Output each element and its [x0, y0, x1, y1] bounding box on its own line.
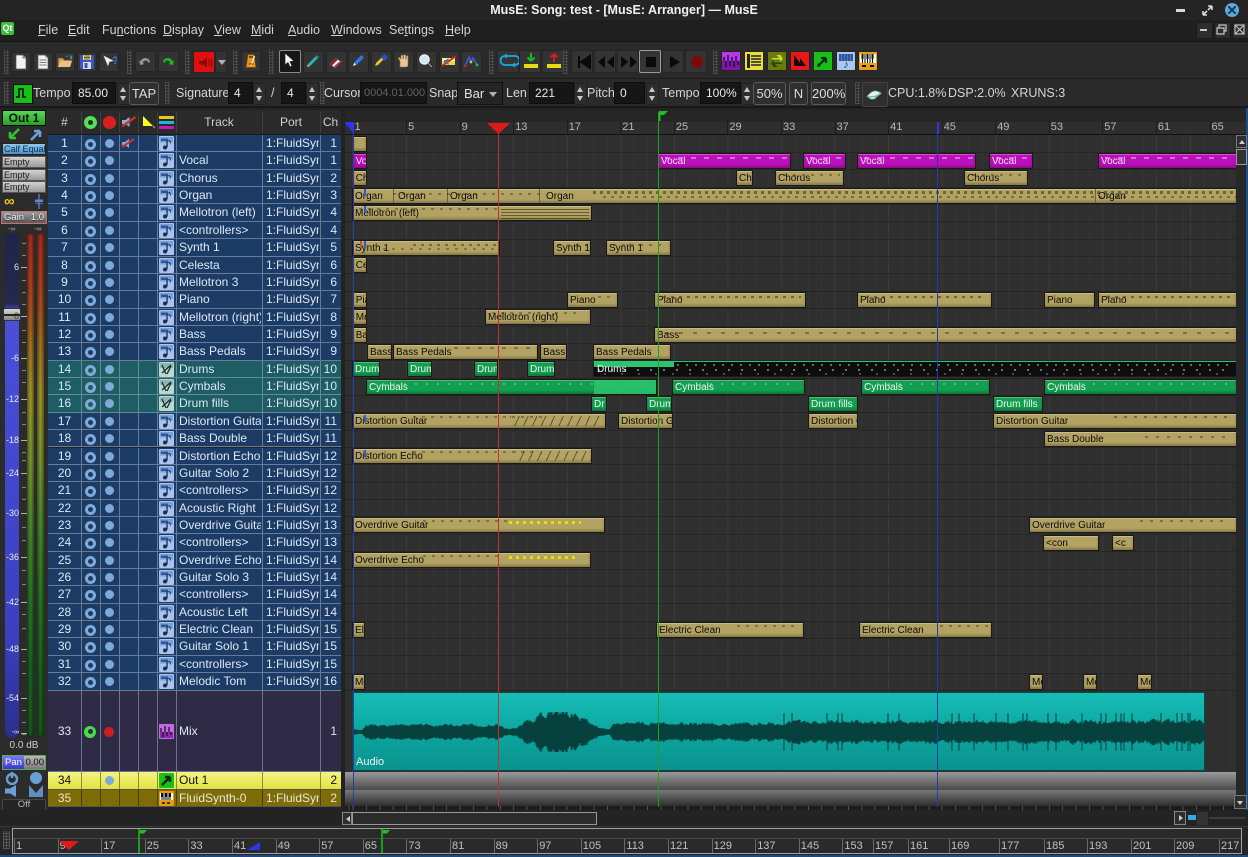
- svg-text:♪: ♪: [843, 59, 849, 70]
- svg-text:?: ?: [112, 55, 117, 67]
